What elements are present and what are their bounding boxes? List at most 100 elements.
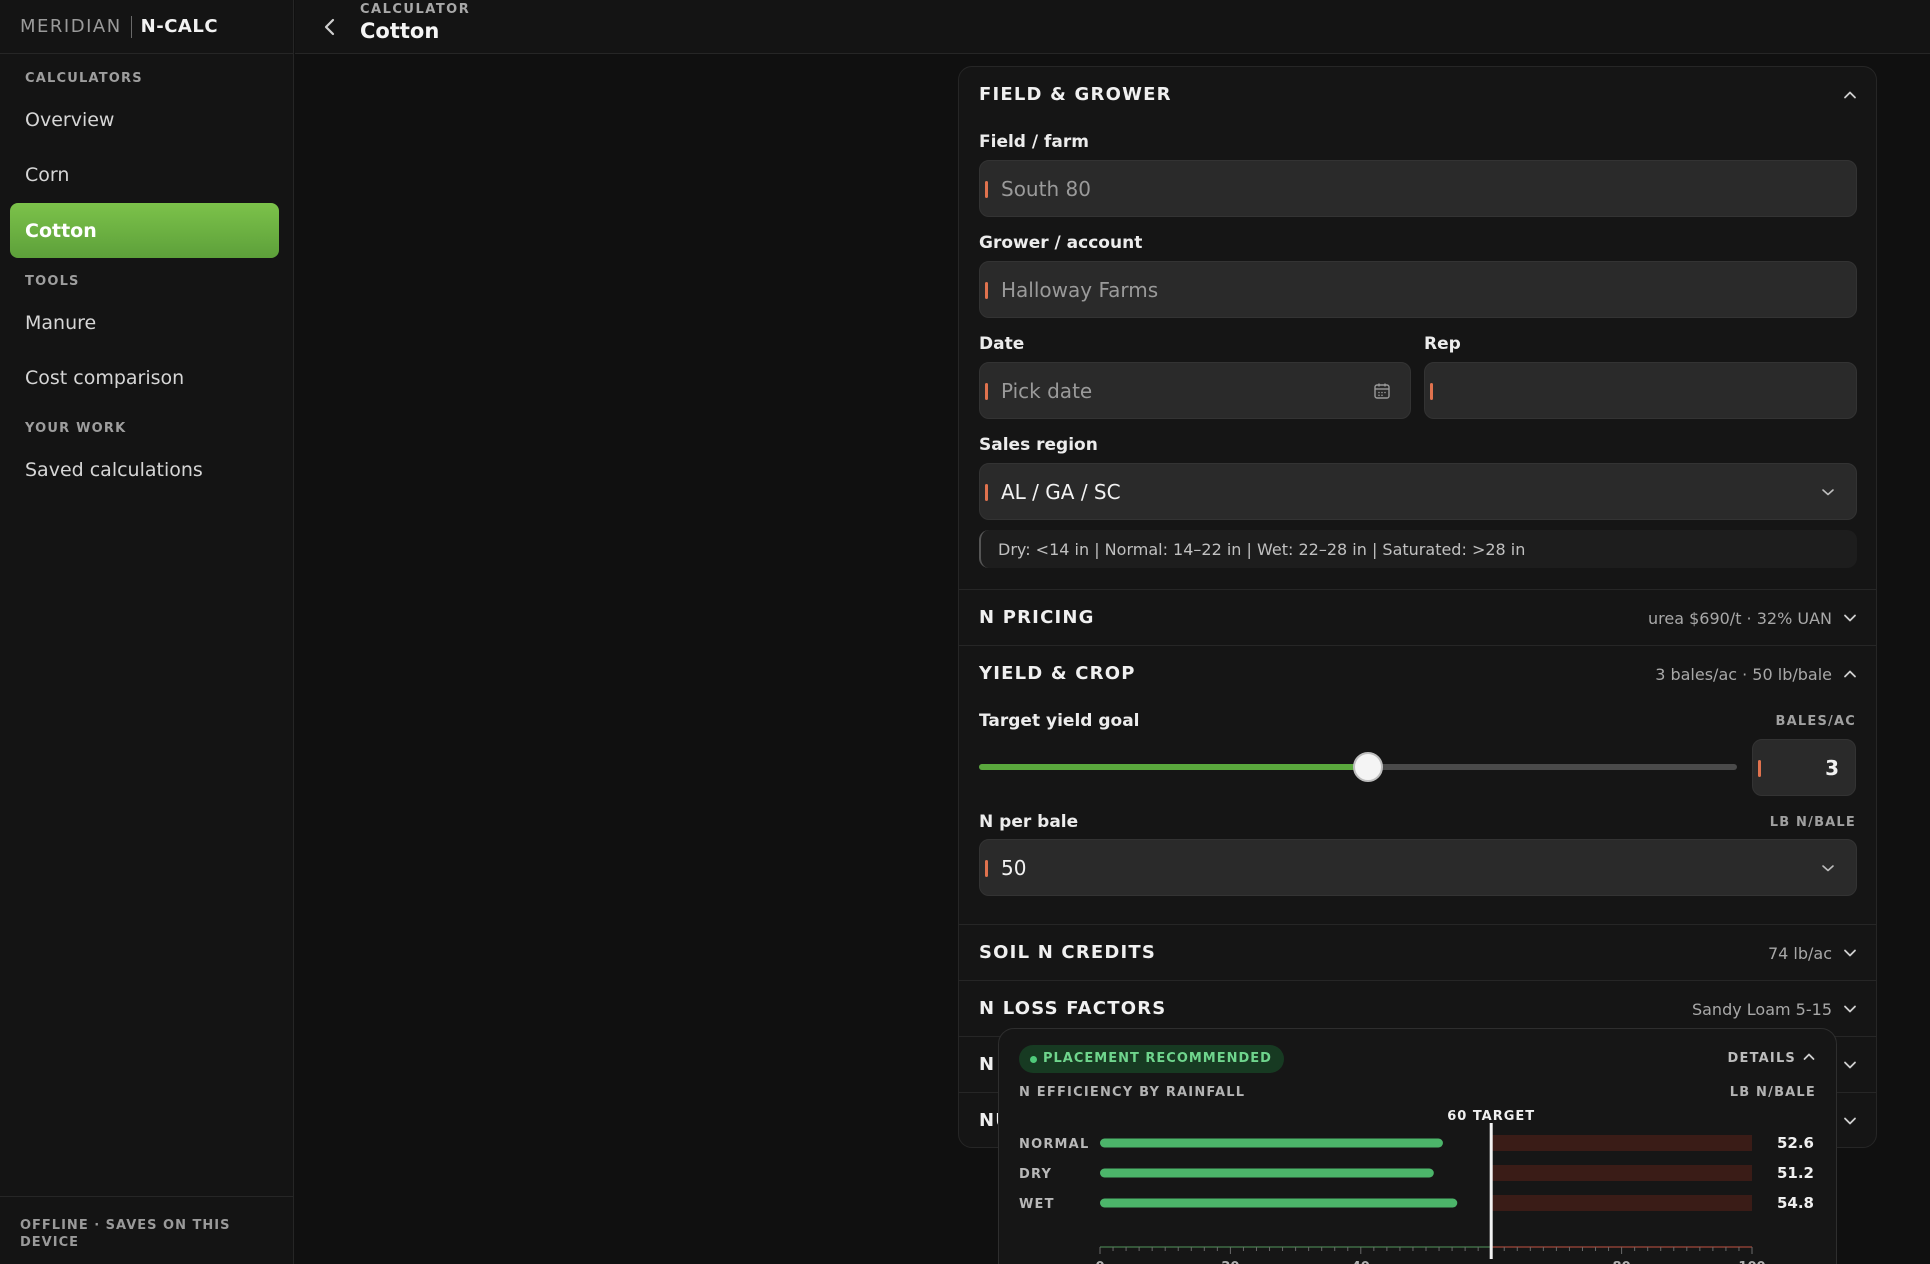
section-summary: urea $690/t · 32% UAN [1647, 609, 1832, 628]
over-target-zone [1491, 1135, 1752, 1151]
calculator-card: FIELD & GROWER Field / farm South 80 Gro… [958, 66, 1877, 1148]
data-bar [1100, 1138, 1443, 1148]
brand-name-product: N-CALC [140, 16, 219, 37]
brand-divider [130, 15, 132, 38]
required-marker [985, 181, 988, 198]
field-farm-placeholder: South 80 [1001, 177, 1091, 201]
date-placeholder: Pick date [1001, 379, 1093, 403]
field-farm-input[interactable]: South 80 [979, 160, 1857, 217]
efficiency-panel: PLACEMENT RECOMMENDED DETAILS N EFFICIEN… [998, 1028, 1837, 1264]
slider-fill [979, 764, 1358, 770]
sidebar-item-manure[interactable]: Manure [10, 295, 279, 350]
tick-label: 100 [1738, 1260, 1765, 1264]
rep-label: Rep [1424, 334, 1461, 354]
data-bar [1100, 1168, 1434, 1178]
chevron-down-icon [1844, 949, 1856, 957]
required-marker [985, 860, 988, 877]
sidebar-item-saved-calculations[interactable]: Saved calculations [10, 442, 279, 497]
section-title: YIELD & CROP [979, 663, 1136, 684]
sidebar-item-cotton[interactable]: Cotton [10, 203, 279, 258]
section-title: FIELD & GROWER [979, 84, 1172, 105]
details-toggle[interactable]: DETAILS [1728, 1050, 1816, 1066]
chevron-up-icon [1844, 91, 1856, 99]
sales-region-value: AL / GA / SC [1001, 480, 1121, 504]
tick-label: 80 [1613, 1260, 1631, 1264]
chevron-down-icon [1822, 865, 1834, 872]
chevron-up-icon [1844, 670, 1856, 678]
chevron-down-icon [1844, 1117, 1856, 1125]
sidebar-section-tools: TOOLS [25, 274, 80, 289]
section-summary: 74 lb/ac [1767, 944, 1832, 963]
section-n-pricing-header[interactable]: N PRICING urea $690/t · 32% UAN [959, 589, 1876, 645]
rep-input[interactable] [1424, 362, 1857, 419]
sidebar-item-cost-comparison[interactable]: Cost comparison [10, 350, 279, 405]
field-farm-label: Field / farm [979, 132, 1089, 152]
calendar-icon [1374, 383, 1390, 399]
status-dot [1030, 1056, 1037, 1063]
target-label: 60 TARGET [1447, 1109, 1535, 1124]
tick-label: 40 [1352, 1260, 1370, 1264]
required-marker [985, 484, 988, 501]
section-field-grower-header[interactable]: FIELD & GROWER [959, 67, 1876, 123]
sales-region-select[interactable]: AL / GA / SC [979, 463, 1857, 520]
page-overline: CALCULATOR [360, 2, 471, 17]
sidebar-item-overview[interactable]: Overview [10, 92, 279, 147]
required-marker [1758, 760, 1761, 777]
n-per-bale-select[interactable]: 50 [979, 839, 1857, 896]
target-yield-unit: BALES/AC [1775, 714, 1856, 729]
target-yield-value: 3 [1825, 756, 1839, 780]
section-title: SOIL N CREDITS [979, 942, 1157, 963]
chevron-down-icon [1844, 1005, 1856, 1013]
page-title: Cotton [360, 19, 440, 43]
back-button[interactable] [315, 12, 345, 42]
chevron-left-icon [324, 18, 335, 36]
tick-label: 0 [1095, 1260, 1104, 1264]
required-marker [985, 383, 988, 400]
required-marker [1430, 383, 1433, 400]
target-yield-input[interactable]: 3 [1752, 739, 1856, 796]
target-yield-label: Target yield goal [979, 711, 1140, 731]
section-summary: Sandy Loam 5-15 [1691, 1000, 1832, 1019]
efficiency-chart: NORMAL 52.6 DRY 51.2 WET 54.8 0 20 40 80 100 60 TAR… [1019, 1109, 1814, 1264]
rainfall-hint: Dry: <14 in | Normal: 14–22 in | Wet: 22… [979, 530, 1857, 568]
n-per-bale-label: N per bale [979, 812, 1079, 832]
chart-title: N EFFICIENCY BY RAINFALL [1019, 1085, 1246, 1100]
category-label: DRY [1019, 1167, 1052, 1182]
section-summary: 3 bales/ac · 50 lb/bale [1655, 665, 1832, 684]
grower-account-placeholder: Halloway Farms [1001, 278, 1159, 302]
sidebar-item-corn[interactable]: Corn [10, 147, 279, 202]
section-title: N LOSS FACTORS [979, 998, 1167, 1019]
over-target-zone [1491, 1165, 1752, 1181]
chevron-down-icon [1844, 614, 1856, 622]
category-label: WET [1019, 1197, 1055, 1212]
sidebar: MERIDIAN N-CALC CALCULATORS Overview Cor… [0, 0, 294, 1264]
section-yield-crop-header[interactable]: YIELD & CROP 3 bales/ac · 50 lb/bale [959, 645, 1876, 701]
status-badge-label: PLACEMENT RECOMMENDED [1043, 1051, 1272, 1066]
brand-name-primary: MERIDIAN [20, 16, 122, 37]
grower-account-label: Grower / account [979, 233, 1143, 253]
sales-region-label: Sales region [979, 435, 1098, 455]
chart-unit: LB N/BALE [1729, 1085, 1816, 1100]
target-yield-slider[interactable] [979, 752, 1737, 782]
offline-status: OFFLINE · SAVES ON THIS DEVICE [0, 1196, 293, 1264]
status-badge: PLACEMENT RECOMMENDED [1019, 1045, 1284, 1073]
date-picker[interactable]: Pick date [979, 362, 1411, 419]
section-soil-credits-header[interactable]: SOIL N CREDITS 74 lb/ac [959, 924, 1876, 980]
grower-account-input[interactable]: Halloway Farms [979, 261, 1857, 318]
chevron-down-icon [1844, 1061, 1856, 1069]
value-label: 52.6 [1777, 1134, 1814, 1152]
tick-label: 20 [1221, 1260, 1239, 1264]
n-per-bale-value: 50 [1001, 856, 1027, 880]
sidebar-section-your-work: YOUR WORK [25, 421, 127, 436]
value-label: 54.8 [1777, 1194, 1814, 1212]
data-bar [1100, 1198, 1458, 1208]
chevron-down-icon [1822, 489, 1834, 496]
details-label: DETAILS [1727, 1051, 1796, 1066]
category-label: NORMAL [1019, 1137, 1089, 1152]
section-title: N [979, 1054, 996, 1075]
required-marker [985, 282, 988, 299]
slider-handle[interactable] [1353, 752, 1383, 782]
top-header: CALCULATOR Cotton [295, 0, 1930, 54]
over-target-zone [1491, 1195, 1752, 1211]
chevron-up-icon [1803, 1053, 1815, 1060]
